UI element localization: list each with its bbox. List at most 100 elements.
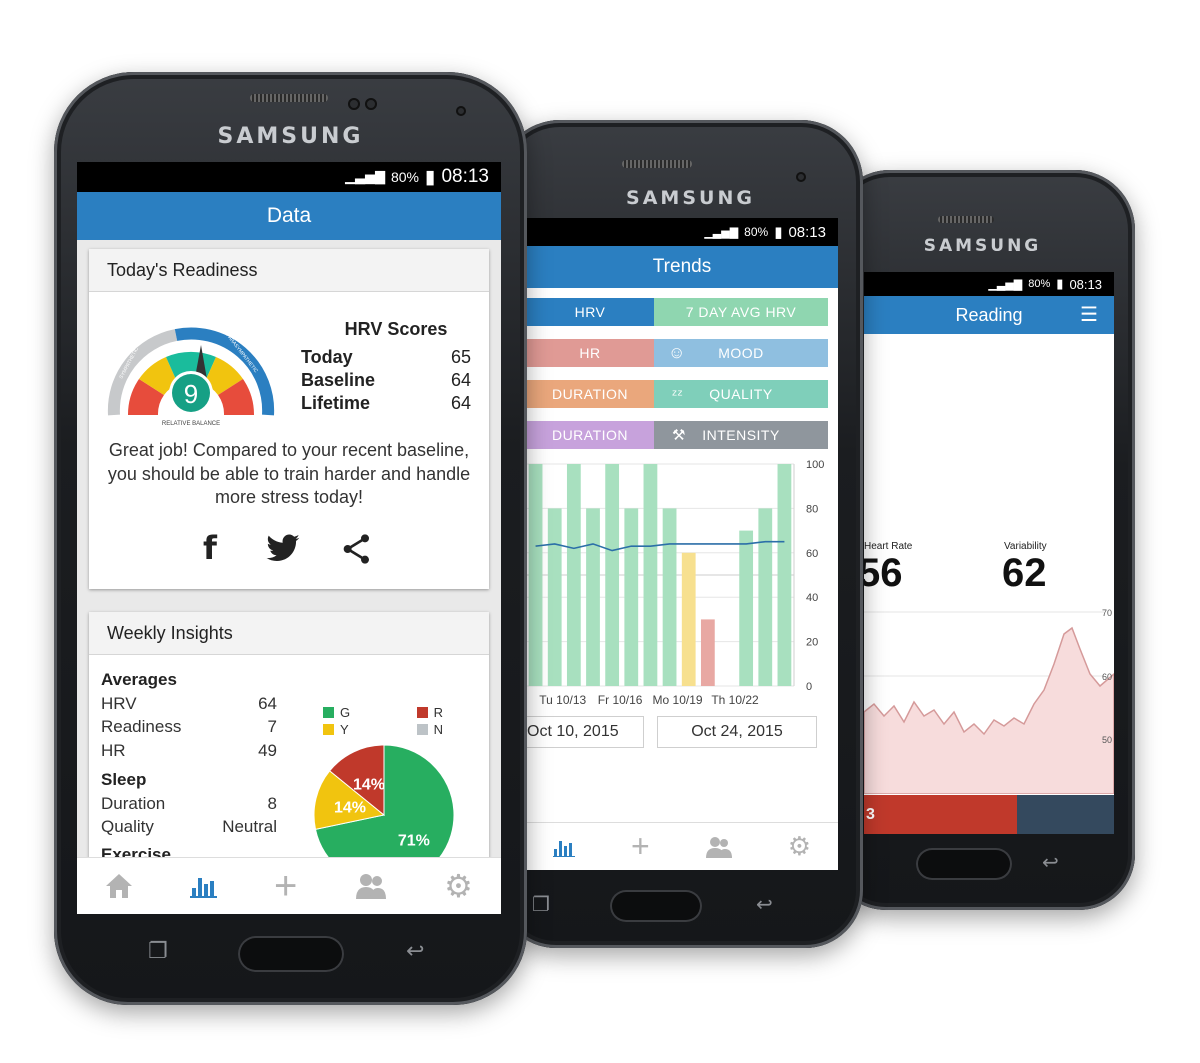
share-row: f [89, 529, 489, 569]
pill-intensity[interactable]: ⚒ INTENSITY [654, 421, 828, 449]
score-value: 65 [450, 347, 471, 367]
home-icon[interactable] [105, 873, 133, 899]
bar[interactable] [662, 508, 677, 686]
clock: 08:13 [1069, 276, 1102, 292]
light-sensor [365, 98, 377, 110]
pill-sleep-duration[interactable]: DURATION [526, 380, 654, 408]
reading-bar-value: 3 [866, 806, 875, 823]
phone-data: SAMSUNG ❐ ↩ ▁▃▅▇ 80% ▮ 08:13 Data Today'… [54, 72, 527, 1005]
status-bar: ▁▃▅▇ 80% ▮ 08:13 [864, 272, 1114, 296]
stat-label: HR [101, 740, 126, 760]
score-label: Lifetime [301, 393, 371, 413]
metric-pill-row: DURATION ᶻᶻ QUALITY [526, 380, 828, 408]
bar[interactable] [758, 508, 773, 686]
pill-7day-avg-hrv[interactable]: 7 DAY AVG HRV [654, 298, 828, 326]
stat-label: Readiness [101, 717, 182, 736]
home-button[interactable] [916, 848, 1012, 880]
pill-mood[interactable]: ☺ MOOD [654, 339, 828, 367]
people-icon[interactable] [354, 872, 388, 900]
tab-data[interactable] [189, 874, 218, 898]
score-row: Baseline 64 [301, 369, 471, 392]
bar[interactable] [624, 508, 639, 686]
bar[interactable] [605, 464, 620, 686]
bar[interactable] [547, 508, 562, 686]
stat-label: Quality [101, 817, 154, 836]
bar[interactable] [681, 552, 696, 686]
twitter-icon[interactable] [265, 533, 301, 565]
hrv-scores-title: HRV Scores [344, 319, 448, 339]
stat-row: Quality Neutral [101, 815, 277, 839]
mood-icon: ☺ [668, 343, 686, 362]
legend-label: R [433, 705, 443, 720]
x-tick-label: Mo 10/19 [653, 693, 703, 707]
stat-row: HRV 64 [101, 692, 277, 716]
bar[interactable] [643, 464, 658, 686]
home-button[interactable] [610, 890, 702, 922]
x-tick-label: Th 10/22 [711, 693, 759, 707]
settings-icon[interactable]: ⚙ [788, 831, 811, 862]
back-icon[interactable]: ↩ [756, 892, 773, 917]
phone-trends: SAMSUNG ↩ ❐ ▁▃▅▇ 80% ▮ 08:13 Trends HRV … [498, 120, 863, 948]
signal-icon: ▁▃▅▇ [344, 169, 385, 184]
earpiece-speaker [938, 216, 994, 223]
legend-item-n: N [416, 721, 443, 738]
stat-row: HR 49 [101, 739, 277, 763]
stat-value: 64 [258, 693, 277, 713]
facebook-icon[interactable]: f [203, 529, 217, 567]
bar[interactable] [586, 508, 600, 686]
trends-chart: 100 80 60 40 20 0 Tu 10/13 Fr 10/16 Mo 10/19 Th 1… [526, 460, 824, 707]
recent-apps-icon[interactable]: ❐ [532, 892, 550, 917]
gauge-value: 9 [184, 379, 198, 409]
gauge-bottom-label: RELATIVE BALANCE [162, 421, 220, 427]
tab-trends[interactable] [553, 837, 577, 857]
pill-hrv[interactable]: HRV [526, 298, 654, 326]
back-icon[interactable]: ↩ [406, 938, 424, 964]
bar[interactable] [528, 464, 543, 686]
readiness-card: Today's Readiness 9 RELATIVE BALANCE SYM… [89, 249, 489, 589]
legend-label: G [340, 705, 351, 720]
date-from-field[interactable]: Oct 10, 2015 [526, 716, 644, 748]
pill-label: DURATION [551, 427, 629, 443]
x-tick-label: Tu 10/13 [539, 693, 586, 707]
legend-item-y: Y [323, 721, 349, 738]
share-icon[interactable] [341, 533, 373, 565]
date-to-value: Oct 24, 2015 [691, 723, 783, 740]
people-glyph [705, 836, 732, 858]
bar[interactable] [777, 464, 792, 686]
people-glyph [355, 874, 386, 899]
y-tick-label: 0 [806, 681, 812, 693]
add-icon[interactable]: + [274, 864, 297, 909]
pill-exercise-duration[interactable]: DURATION [526, 421, 654, 449]
reading-bar-dark [1017, 795, 1114, 834]
back-icon[interactable]: ↩ [1042, 850, 1059, 875]
brand-logo: SAMSUNG [923, 236, 1042, 256]
stat-value: 7 [267, 717, 277, 736]
pill-hr[interactable]: HR [526, 339, 654, 367]
bar[interactable] [566, 464, 581, 686]
front-camera [796, 172, 806, 182]
page-title: Data [266, 204, 312, 227]
metric-pills: HRV 7 DAY AVG HRV HR ☺ MOOD DURATION ᶻᶻ QU… [526, 298, 828, 458]
recent-apps-icon[interactable]: ❐ [148, 938, 168, 964]
add-icon[interactable]: + [631, 828, 650, 865]
battery-icon: ▮ [1056, 276, 1064, 291]
proximity-sensor [348, 98, 360, 110]
status-bar: ▁▃▅▇ 80% ▮ 08:13 [77, 162, 501, 192]
sleep-icon: ᶻᶻ [672, 386, 684, 402]
people-icon[interactable] [704, 835, 734, 859]
stat-row: Duration 8 [101, 792, 277, 816]
hrv-scores: HRV Scores Today 65 Baseline 64 Lifetime 64 [301, 319, 471, 415]
pill-label: QUALITY [709, 386, 773, 402]
date-to-field[interactable]: Oct 24, 2015 [657, 716, 817, 748]
clock: 08:13 [788, 223, 826, 241]
metric-pill-row: HRV 7 DAY AVG HRV [526, 298, 828, 326]
home-button[interactable] [238, 936, 344, 972]
legend-item-r: R [416, 704, 443, 721]
chart-icon [553, 840, 575, 857]
filter-settings-icon[interactable]: ☰ [1080, 296, 1098, 334]
bar[interactable] [700, 619, 715, 686]
bar[interactable] [739, 530, 754, 686]
reading-screen: ▁▃▅▇ 80% ▮ 08:13 Reading ☰ Heart Rate 56… [864, 272, 1114, 834]
settings-icon[interactable]: ⚙ [444, 867, 473, 905]
pill-sleep-quality[interactable]: ᶻᶻ QUALITY [654, 380, 828, 408]
